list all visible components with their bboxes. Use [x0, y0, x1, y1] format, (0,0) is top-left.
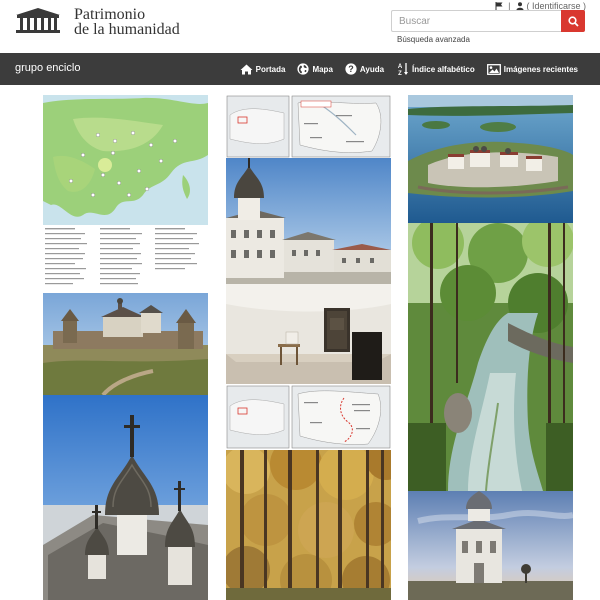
site-header: Patrimonio de la humanidad | ( Identific…: [0, 0, 600, 52]
tile-locator-map-2[interactable]: [226, 384, 391, 450]
onion-domes-image: [43, 395, 208, 600]
search-icon: [567, 15, 579, 27]
search-button[interactable]: [561, 10, 585, 32]
forest-canal-image: [408, 223, 573, 491]
tile-chapel-dusk[interactable]: [408, 491, 573, 600]
tile-autumn-forest[interactable]: [226, 450, 391, 600]
tile-locator-map-1[interactable]: [226, 95, 391, 158]
tile-interior-room[interactable]: [226, 284, 391, 384]
advanced-search-link[interactable]: Búsqueda avanzada: [397, 35, 470, 44]
globe-icon: [297, 63, 310, 75]
image-icon: [486, 63, 501, 75]
tile-legend-list[interactable]: [43, 225, 208, 293]
nav-item-indice[interactable]: AZ Índice alfabético: [396, 62, 475, 76]
logo-temple-icon[interactable]: [14, 6, 62, 34]
tile-asia-map[interactable]: [43, 95, 208, 225]
main-navbar: grupo enciclo Portada Mapa ? Ayuda AZ Ín…: [0, 53, 600, 85]
nav-item-ayuda[interactable]: ? Ayuda: [345, 63, 384, 75]
search-input[interactable]: [391, 10, 561, 32]
search-form: [391, 10, 585, 32]
island-aerial-image: [408, 95, 573, 223]
fortress-landscape-image: [43, 293, 208, 395]
locator-map-2-image: [226, 384, 391, 450]
site-title-line2: de la humanidad: [74, 21, 180, 38]
brand-link[interactable]: grupo enciclo: [15, 62, 80, 74]
nav-menu: Portada Mapa ? Ayuda AZ Índice alfabétic…: [240, 53, 578, 85]
locator-map-1-image: [226, 95, 391, 158]
nav-label: Ayuda: [359, 64, 385, 74]
site-title[interactable]: Patrimonio de la humanidad: [74, 6, 180, 38]
tile-island-aerial[interactable]: [408, 95, 573, 223]
legend-list-image: [43, 225, 208, 293]
svg-text:?: ?: [348, 64, 354, 74]
nav-label: Portada: [255, 64, 286, 74]
asia-map-image: [43, 95, 208, 225]
help-icon: ?: [345, 63, 357, 75]
nav-item-imagenes[interactable]: Imágenes recientes: [486, 63, 578, 75]
svg-text:A: A: [398, 64, 403, 70]
nav-label: Imágenes recientes: [503, 64, 578, 74]
tile-fortress-landscape[interactable]: [43, 293, 208, 395]
white-monastery-image: [226, 158, 391, 284]
svg-text:Z: Z: [398, 71, 402, 76]
interior-room-image: [226, 284, 391, 384]
autumn-forest-image: [226, 450, 391, 600]
chapel-dusk-image: [408, 491, 573, 600]
home-icon: [240, 64, 253, 74]
nav-label: Índice alfabético: [412, 64, 475, 74]
tile-white-monastery[interactable]: [226, 158, 391, 284]
nav-label: Mapa: [312, 64, 333, 74]
nav-item-portada[interactable]: Portada: [240, 64, 286, 75]
site-title-line1: Patrimonio: [74, 6, 146, 23]
tile-onion-domes[interactable]: [43, 395, 208, 600]
nav-item-mapa[interactable]: Mapa: [297, 63, 333, 75]
sort-alpha-icon: AZ: [398, 63, 409, 76]
tile-forest-canal[interactable]: [408, 223, 573, 491]
image-gallery: [0, 85, 600, 600]
